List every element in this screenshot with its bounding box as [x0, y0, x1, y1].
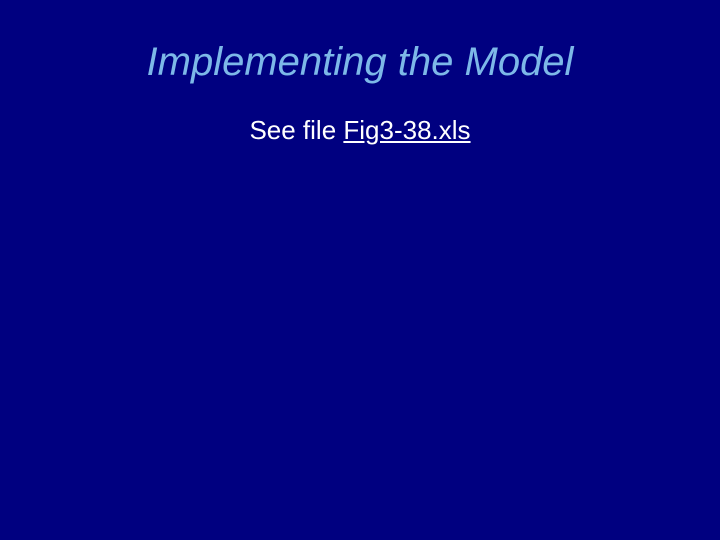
slide-body: See file Fig3-38.xls — [0, 115, 720, 146]
slide-container: Implementing the Model See file Fig3-38.… — [0, 0, 720, 540]
body-prefix-text: See file — [249, 115, 343, 145]
slide-title: Implementing the Model — [0, 40, 720, 85]
file-link[interactable]: Fig3-38.xls — [343, 115, 470, 145]
